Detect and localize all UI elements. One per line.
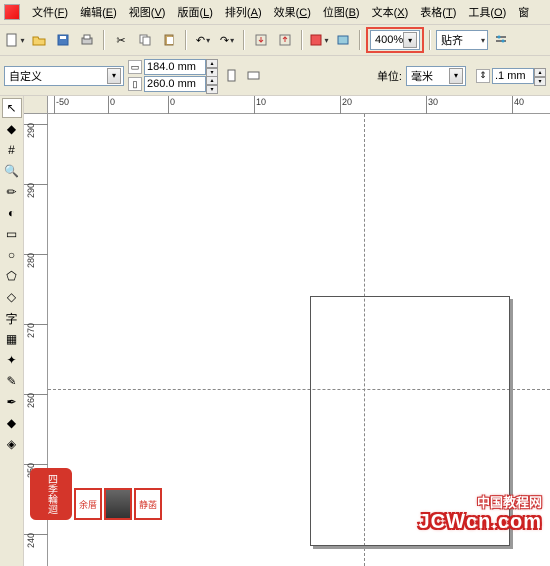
menu-file[interactable]: 文件(F): [26, 2, 74, 22]
separator: [243, 30, 245, 50]
nudge-input[interactable]: ⇕ .1 mm ▴▾: [476, 68, 546, 84]
menu-layout[interactable]: 版面(L): [171, 2, 218, 22]
menu-window[interactable]: 窗: [512, 2, 535, 22]
zoom-highlight: 400% ▾: [366, 27, 424, 53]
separator: [359, 30, 361, 50]
menu-edit[interactable]: 编辑(E): [74, 2, 123, 22]
stamp-graphic: 四季輪迴 余厝 静菡: [30, 468, 162, 520]
watermark-line2: JCWcn.com: [419, 511, 542, 534]
page-width-input[interactable]: ▭ 184.0 mm ▴▾: [128, 59, 218, 75]
paste-button[interactable]: [158, 29, 180, 51]
height-icon: ▯: [128, 77, 142, 91]
unit-label: 单位:: [377, 68, 402, 84]
pick-tool[interactable]: ↖: [2, 98, 22, 118]
preset-value: 自定义: [9, 68, 42, 84]
new-button[interactable]: ▾: [4, 29, 26, 51]
text-tool[interactable]: 字: [2, 308, 22, 328]
horizontal-ruler[interactable]: -500010203040: [48, 96, 550, 114]
spin-down[interactable]: ▾: [206, 85, 218, 94]
height-value[interactable]: 260.0 mm: [144, 76, 206, 92]
spin-up[interactable]: ▴: [206, 59, 218, 68]
stamp-tag-image: [104, 488, 132, 520]
ellipse-tool[interactable]: ○: [2, 245, 22, 265]
standard-toolbar: ▾ ✂ ↶▾ ↷▾ ▾ 400% ▾ 贴齐 ▾: [0, 25, 550, 56]
menu-tools[interactable]: 工具(O): [462, 2, 512, 22]
page-dimensions: ▭ 184.0 mm ▴▾ ▯ 260.0 mm ▴▾: [128, 59, 218, 92]
separator: [185, 30, 187, 50]
freehand-tool[interactable]: ✏: [2, 182, 22, 202]
rectangle-tool[interactable]: ▭: [2, 224, 22, 244]
chevron-down-icon[interactable]: ▾: [107, 68, 121, 84]
menu-view[interactable]: 视图(V): [123, 2, 172, 22]
menu-arrange[interactable]: 排列(A): [219, 2, 268, 22]
property-bar: 自定义 ▾ ▭ 184.0 mm ▴▾ ▯ 260.0 mm ▴▾ 单位: 毫米…: [0, 56, 550, 96]
separator: [301, 30, 303, 50]
snap-label: 贴齐: [441, 32, 463, 48]
page-preset-combo[interactable]: 自定义 ▾: [4, 66, 124, 86]
smart-fill-tool[interactable]: ◐: [2, 203, 22, 223]
app-logo-icon: [4, 4, 20, 20]
eyedropper-tool[interactable]: ✎: [2, 371, 22, 391]
cut-button[interactable]: ✂: [110, 29, 132, 51]
menu-effects[interactable]: 效果(C): [268, 2, 317, 22]
width-value[interactable]: 184.0 mm: [144, 59, 206, 75]
snap-combo[interactable]: 贴齐 ▾: [436, 30, 488, 50]
print-button[interactable]: [76, 29, 98, 51]
outline-tool[interactable]: ✒: [2, 392, 22, 412]
zoom-combo[interactable]: 400% ▾: [370, 30, 420, 50]
spin-down[interactable]: ▾: [534, 77, 546, 86]
zoom-value: 400%: [375, 34, 403, 46]
menu-text[interactable]: 文本(X): [366, 2, 415, 22]
interactive-fill-tool[interactable]: ◈: [2, 434, 22, 454]
app-launcher-button[interactable]: ▾: [308, 29, 330, 51]
landscape-button[interactable]: [244, 66, 264, 86]
width-icon: ▭: [128, 60, 142, 74]
chevron-down-icon[interactable]: ▾: [449, 68, 463, 84]
watermark-line1: 中国教程网: [419, 492, 542, 511]
toolbox: ↖ ◆ # 🔍 ✏ ◐ ▭ ○ ⬠ ◇ 字 ▦ ✦ ✎ ✒ ◆ ◈: [0, 96, 24, 566]
nudge-icon: ⇕: [476, 69, 490, 83]
ruler-origin[interactable]: [24, 96, 48, 114]
chevron-down-icon[interactable]: ▾: [403, 32, 417, 48]
welcome-button[interactable]: [332, 29, 354, 51]
table-tool[interactable]: ▦: [2, 329, 22, 349]
page-height-input[interactable]: ▯ 260.0 mm ▴▾: [128, 76, 218, 92]
seal-icon: 四季輪迴: [30, 468, 72, 520]
portrait-button[interactable]: [222, 66, 242, 86]
menu-bitmap[interactable]: 位图(B): [317, 2, 366, 22]
polygon-tool[interactable]: ⬠: [2, 266, 22, 286]
interactive-tool[interactable]: ✦: [2, 350, 22, 370]
basic-shapes-tool[interactable]: ◇: [2, 287, 22, 307]
shape-tool[interactable]: ◆: [2, 119, 22, 139]
separator: [429, 30, 431, 50]
crop-tool[interactable]: #: [2, 140, 22, 160]
export-button[interactable]: [274, 29, 296, 51]
menu-bar: 文件(F) 编辑(E) 视图(V) 版面(L) 排列(A) 效果(C) 位图(B…: [0, 0, 550, 25]
open-button[interactable]: [28, 29, 50, 51]
nudge-value[interactable]: .1 mm: [492, 68, 534, 84]
fill-tool[interactable]: ◆: [2, 413, 22, 433]
copy-button[interactable]: [134, 29, 156, 51]
zoom-tool[interactable]: 🔍: [2, 161, 22, 181]
stamp-tag-1: 余厝: [74, 488, 102, 520]
separator: [103, 30, 105, 50]
import-button[interactable]: [250, 29, 272, 51]
spin-up[interactable]: ▴: [534, 68, 546, 77]
save-button[interactable]: [52, 29, 74, 51]
unit-value: 毫米: [411, 68, 433, 84]
menu-table[interactable]: 表格(T): [414, 2, 462, 22]
options-button[interactable]: [490, 29, 512, 51]
watermark: 中国教程网 JCWcn.com: [419, 492, 542, 534]
redo-button[interactable]: ↷▾: [216, 29, 238, 51]
undo-button[interactable]: ↶▾: [192, 29, 214, 51]
spin-up[interactable]: ▴: [206, 76, 218, 85]
stamp-tag-2: 静菡: [134, 488, 162, 520]
unit-combo[interactable]: 毫米 ▾: [406, 66, 466, 86]
